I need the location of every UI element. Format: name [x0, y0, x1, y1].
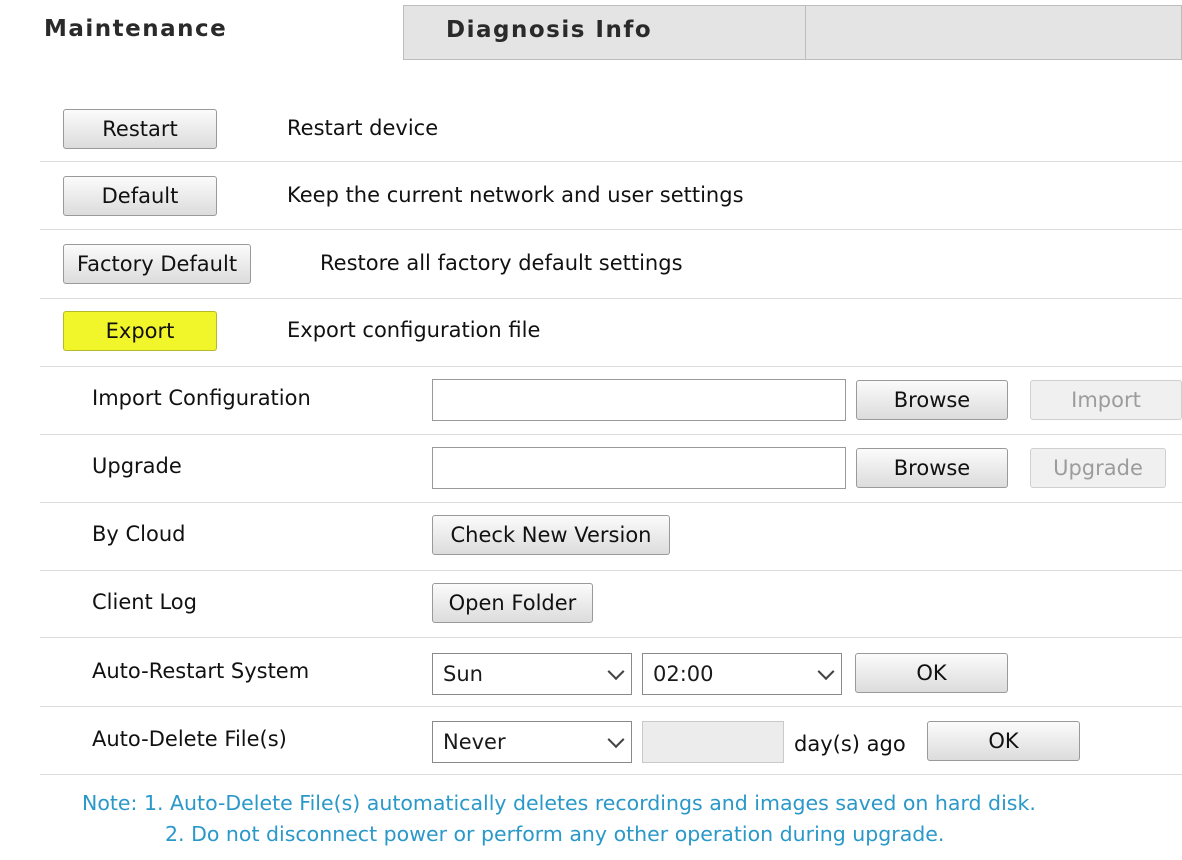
auto-delete-mode-value: Never: [443, 730, 506, 754]
row-divider: [40, 706, 1182, 707]
by-cloud-label: By Cloud: [92, 522, 186, 546]
default-description: Keep the current network and user settin…: [287, 183, 744, 207]
tab-maintenance[interactable]: Maintenance: [0, 0, 403, 60]
row-divider: [40, 774, 1182, 775]
auto-restart-ok-button[interactable]: OK: [855, 653, 1008, 693]
import-configuration-label: Import Configuration: [92, 386, 311, 410]
auto-delete-mode-select[interactable]: Never: [432, 721, 632, 763]
factory-default-description: Restore all factory default settings: [320, 251, 683, 275]
auto-restart-day-value: Sun: [443, 662, 483, 686]
auto-restart-time-value: 02:00: [653, 662, 714, 686]
upgrade-file-path-input[interactable]: [432, 447, 846, 489]
row-divider: [40, 229, 1182, 230]
tab-diagnosis-label: Diagnosis Info: [446, 17, 653, 43]
export-button[interactable]: Export: [63, 311, 217, 351]
default-button[interactable]: Default: [63, 176, 217, 216]
export-description: Export configuration file: [287, 318, 541, 342]
row-divider: [40, 637, 1182, 638]
check-new-version-button[interactable]: Check New Version: [432, 515, 670, 555]
auto-restart-day-select[interactable]: Sun: [432, 653, 632, 695]
auto-delete-label: Auto-Delete File(s): [92, 727, 287, 751]
restart-description: Restart device: [287, 116, 439, 140]
days-ago-label: day(s) ago: [794, 732, 906, 756]
upgrade-browse-button[interactable]: Browse: [856, 448, 1008, 488]
chevron-down-icon: [607, 663, 625, 681]
auto-delete-ok-button[interactable]: OK: [927, 721, 1080, 761]
open-folder-button[interactable]: Open Folder: [432, 583, 593, 623]
import-button[interactable]: Import: [1030, 380, 1182, 420]
auto-delete-days-input: [642, 721, 784, 763]
tab-empty: [805, 5, 1182, 60]
tab-divider: [403, 59, 1182, 60]
tab-maintenance-label: Maintenance: [44, 16, 228, 42]
upgrade-button[interactable]: Upgrade: [1030, 448, 1166, 488]
restart-button[interactable]: Restart: [63, 109, 217, 149]
tab-diagnosis-info[interactable]: Diagnosis Info: [403, 5, 806, 60]
tab-bar: Maintenance Diagnosis Info: [0, 0, 1182, 60]
note-line-2: 2. Do not disconnect power or perform an…: [165, 822, 945, 846]
note-line-1: Note: 1. Auto-Delete File(s) automatical…: [82, 791, 1036, 815]
chevron-down-icon: [817, 663, 835, 681]
auto-restart-time-select[interactable]: 02:00: [642, 653, 842, 695]
factory-default-button[interactable]: Factory Default: [63, 244, 251, 284]
row-divider: [40, 161, 1182, 162]
import-browse-button[interactable]: Browse: [856, 380, 1008, 420]
row-divider: [40, 502, 1182, 503]
chevron-down-icon: [607, 731, 625, 749]
row-divider: [40, 298, 1182, 299]
upgrade-label: Upgrade: [92, 454, 182, 478]
row-divider: [40, 434, 1182, 435]
import-file-path-input[interactable]: [432, 379, 846, 421]
client-log-label: Client Log: [92, 590, 197, 614]
row-divider: [40, 366, 1182, 367]
auto-restart-label: Auto-Restart System: [92, 659, 310, 683]
row-divider: [40, 570, 1182, 571]
